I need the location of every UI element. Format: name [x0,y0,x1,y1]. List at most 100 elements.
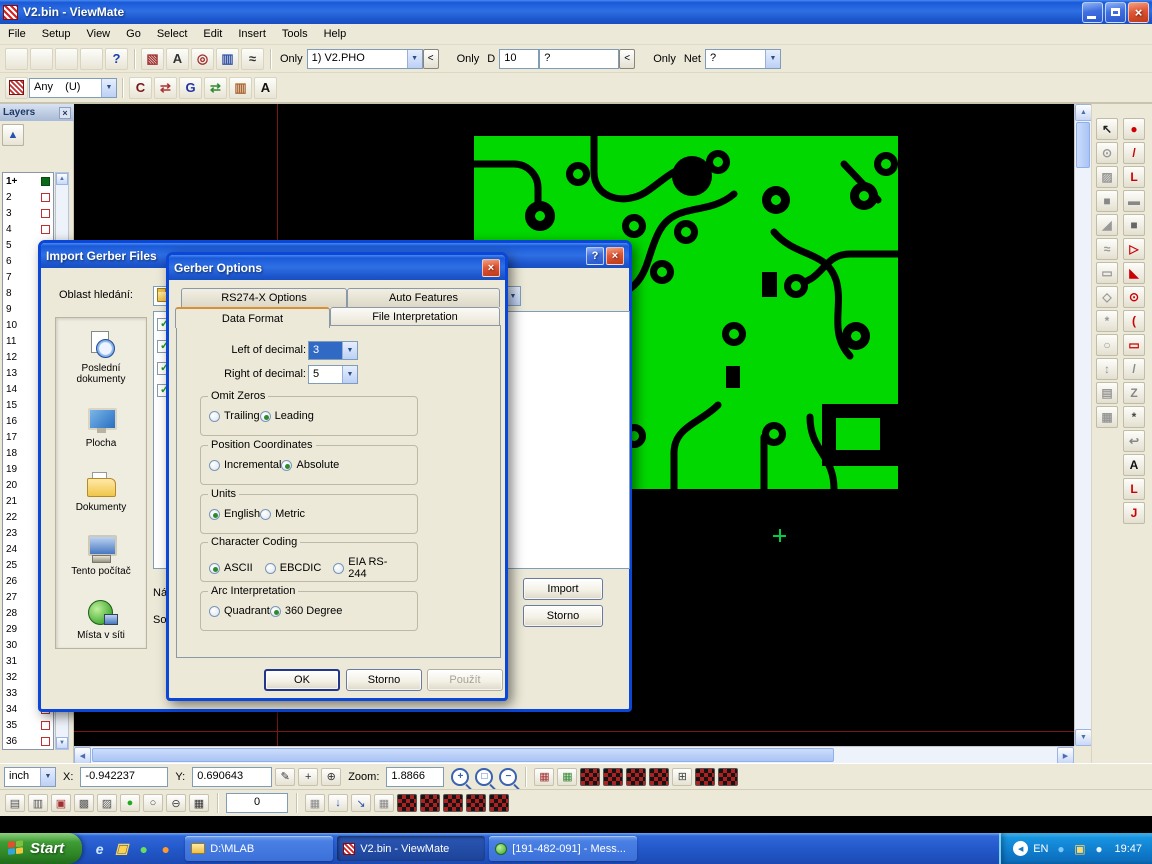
split-view-icon[interactable]: ▥ [216,48,239,70]
language-bar-icon[interactable]: ● [1053,841,1068,856]
taskbar-task-button[interactable]: V2.bin - ViewMate [337,836,485,861]
rows-tool-icon[interactable]: ▤ [1096,382,1118,404]
polyline-tool-icon[interactable]: L [1123,166,1145,188]
diamond-tool-icon[interactable]: ◇ [1096,286,1118,308]
grid-value-field[interactable]: 0 [226,793,288,813]
layer-row[interactable]: 1+ [3,173,53,189]
open-file-icon[interactable] [30,48,53,70]
radio-option[interactable]: Metric [260,508,305,520]
undo-arc-tool-icon[interactable]: ↩ [1123,430,1145,452]
menu-item[interactable]: Help [316,24,355,45]
pan-tool-icon[interactable]: ⊙ [1096,142,1118,164]
tray-collapse-icon[interactable]: ◀ [1013,841,1028,856]
film-view-icon-4[interactable] [649,768,669,786]
origin-icon[interactable]: ⊕ [321,768,341,786]
line-tool-icon[interactable]: / [1123,142,1145,164]
polygon-tool-icon[interactable]: ▬ [1123,190,1145,212]
swap-cg-icon[interactable]: ⇄ [154,77,177,99]
previous-layer-button[interactable]: < [423,49,439,69]
dialog-help-button[interactable]: ? [586,247,604,265]
scroll-down-icon[interactable]: ▼ [56,737,68,749]
radio-option[interactable]: English [209,508,260,520]
lamp-off-icon[interactable]: ○ [143,794,163,812]
triangle-tool-icon[interactable]: ◣ [1123,262,1145,284]
layer-row[interactable]: 36 [3,733,53,749]
status-led-icon[interactable]: ● [120,794,140,812]
flip-view-icon[interactable]: ⊞ [672,768,692,786]
menu-item[interactable]: Select [149,24,196,45]
view-mode-icon-5[interactable] [489,794,509,812]
scroll-right-button[interactable]: ▶ [1057,747,1074,764]
circle-pad-tool-icon[interactable]: ⊙ [1123,286,1145,308]
layers-panel-header[interactable]: Layers × [0,104,74,121]
left-decimal-select[interactable]: 3 ▼ [308,341,358,360]
layers-e-icon[interactable]: ▨ [97,794,117,812]
layers-a-icon[interactable]: ▤ [5,794,25,812]
minimize-button[interactable] [1082,2,1103,23]
layer-visibility-chip[interactable] [41,177,50,186]
view-mode-icon-4[interactable] [466,794,486,812]
shape-filter-select[interactable]: Any (U) ▼ [29,78,117,98]
ie-quicklaunch-icon[interactable]: e [91,840,108,857]
zoom-in-icon[interactable]: + [451,768,469,786]
context-help-icon[interactable]: ? [105,48,128,70]
pad-tool-icon[interactable]: ● [1123,118,1145,140]
dot-grid-icon[interactable]: ▦ [305,794,325,812]
folder-quicklaunch-icon[interactable]: ▣ [113,840,130,857]
j-shape-tool-icon[interactable]: J [1123,502,1145,524]
l-shape-tool-icon[interactable]: L [1123,478,1145,500]
restore-button[interactable] [1105,2,1126,23]
anchor-corner-icon[interactable]: ↘ [351,794,371,812]
menu-item[interactable]: Insert [230,24,274,45]
right-decimal-select[interactable]: 5 ▼ [308,365,358,384]
arrow-tool-icon[interactable]: ▷ [1123,238,1145,260]
language-indicator[interactable]: EN [1033,843,1048,855]
scroll-down-button[interactable]: ▼ [1075,729,1092,746]
new-file-icon[interactable] [5,48,28,70]
layers-b-icon[interactable]: ▥ [28,794,48,812]
layer-row[interactable]: 3 [3,205,53,221]
taskbar-task-button[interactable]: D:\MLAB [185,836,333,861]
pad-grid-icon[interactable]: ▦ [374,794,394,812]
only-net-toggle[interactable]: Only [653,53,676,65]
c-aperture-icon[interactable]: C [129,77,152,99]
place-item[interactable]: Plocha [58,405,144,449]
gerber-cancel-button[interactable]: Storno [346,669,422,691]
layer-visibility-chip[interactable] [41,225,50,234]
star-tool-icon[interactable]: * [1096,310,1118,332]
film-view-icon-1[interactable] [580,768,600,786]
scroll-up-button[interactable]: ▲ [1075,104,1092,121]
layers-close-button[interactable]: × [59,107,71,119]
layers-c-icon[interactable]: ▣ [51,794,71,812]
net-select[interactable]: ? ▼ [705,49,781,69]
a-aperture-icon[interactable]: A [254,77,277,99]
only-layer-toggle[interactable]: Only [280,53,303,65]
firefox-quicklaunch-icon[interactable]: ● [157,840,174,857]
film-view-icon-5[interactable] [695,768,715,786]
previous-dcode-button[interactable]: < [619,49,635,69]
radio-option[interactable]: Incremental [209,459,281,471]
target-icon[interactable]: ◎ [191,48,214,70]
table-icon[interactable]: ▦ [189,794,209,812]
anchor-down-icon[interactable]: ↓ [328,794,348,812]
green-app-quicklaunch-icon[interactable]: ● [135,840,152,857]
scroll-up-icon[interactable]: ▲ [56,173,68,185]
tray-app-icon[interactable]: ▣ [1072,841,1087,856]
view-mode-icon-1[interactable] [397,794,417,812]
select-cursor-icon[interactable]: ↖ [1096,118,1118,140]
dcode-input[interactable]: 10 [499,49,539,69]
arc-tool-icon[interactable]: ( [1123,310,1145,332]
vertical-scrollbar[interactable]: ▲ ▼ [1074,104,1091,746]
radio-option[interactable]: Leading [260,410,314,422]
gerber-dialog-close-button[interactable]: × [482,259,500,277]
place-item[interactable]: Místa v síti [58,597,144,641]
menu-item[interactable]: Go [118,24,149,45]
tab-data-format[interactable]: Data Format [175,307,330,328]
menu-item[interactable]: View [78,24,118,45]
print-icon[interactable] [80,48,103,70]
grid-tool-icon[interactable]: ▦ [1096,406,1118,428]
zoom-window-icon[interactable]: □ [475,768,493,786]
text-tool-icon[interactable]: A [1123,454,1145,476]
grid-red-icon[interactable]: ▦ [534,768,554,786]
draw-mode-icon[interactable]: ✎ [275,768,295,786]
